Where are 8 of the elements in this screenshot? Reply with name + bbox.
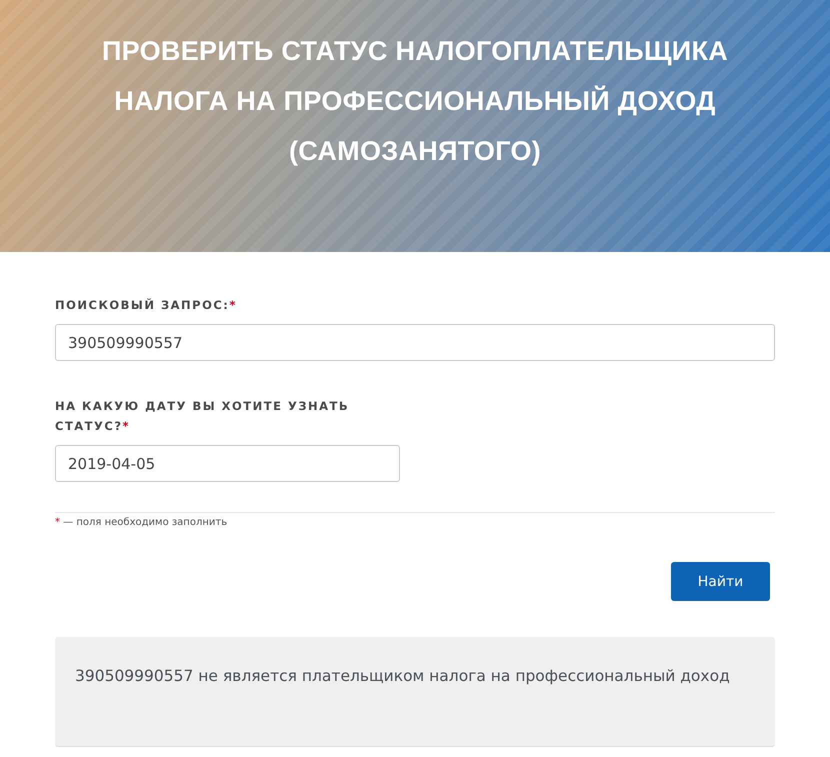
- input-field[interactable]: 390509990557: [55, 324, 775, 361]
- field-label: ПОИСКОВЫЙ ЗАПРОС:*: [55, 297, 238, 314]
- input-field[interactable]: 2019-04-05: [55, 445, 400, 482]
- field-label: НА КАКУЮ ДАТУ ВЫ ХОТИТЕ УЗНАТЬ СТАТУС?*: [55, 398, 350, 435]
- result-message: 390509990557 не является плательщиком налога на профессиональный доход: [75, 667, 731, 685]
- search-button[interactable]: Найти: [671, 562, 770, 601]
- required-note: * — поля необходимо заполнить: [55, 517, 228, 528]
- page-title: ПРОВЕРИТЬ СТАТУС НАЛОГОПЛАТЕЛЬЩИКА НАЛОГА НА ПРОФЕССИОНАЛЬНЫЙ ДОХОД (САМОЗАНЯТОГО): [100, 35, 730, 168]
